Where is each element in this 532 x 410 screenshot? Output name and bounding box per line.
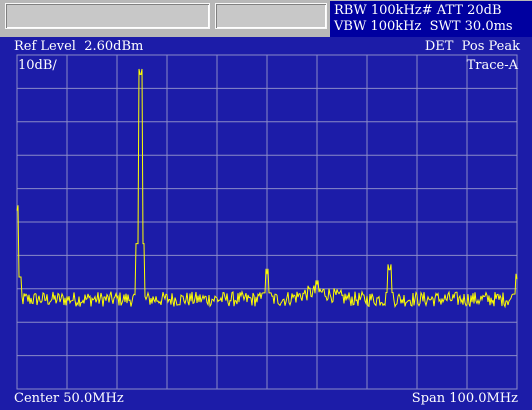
vbw-swt-readout: VBW 100kHz SWT 30.0ms [334, 19, 513, 34]
span-label: Span 100.0MHz [411, 391, 518, 406]
status-box-left [5, 3, 210, 29]
trace-label: Trace-A [466, 58, 518, 73]
spectrum-analyzer-screen: RBW 100kHz# ATT 20dB VBW 100kHz SWT 30.0… [0, 0, 532, 410]
trace-display: Ref Level 2.60dBm DET Pos Peak 10dB/ Tra… [0, 37, 532, 410]
spectrum-plot [16, 54, 518, 390]
ref-level-label: Ref Level 2.60dBm [14, 39, 144, 54]
settings-panel: RBW 100kHz# ATT 20dB VBW 100kHz SWT 30.0… [330, 1, 532, 37]
status-box-middle [215, 3, 327, 29]
rbw-att-readout: RBW 100kHz# ATT 20dB [334, 3, 502, 18]
center-frequency-label: Center 50.0MHz [14, 391, 124, 406]
scale-label: 10dB/ [18, 58, 57, 73]
detector-label: DET Pos Peak [424, 39, 520, 54]
